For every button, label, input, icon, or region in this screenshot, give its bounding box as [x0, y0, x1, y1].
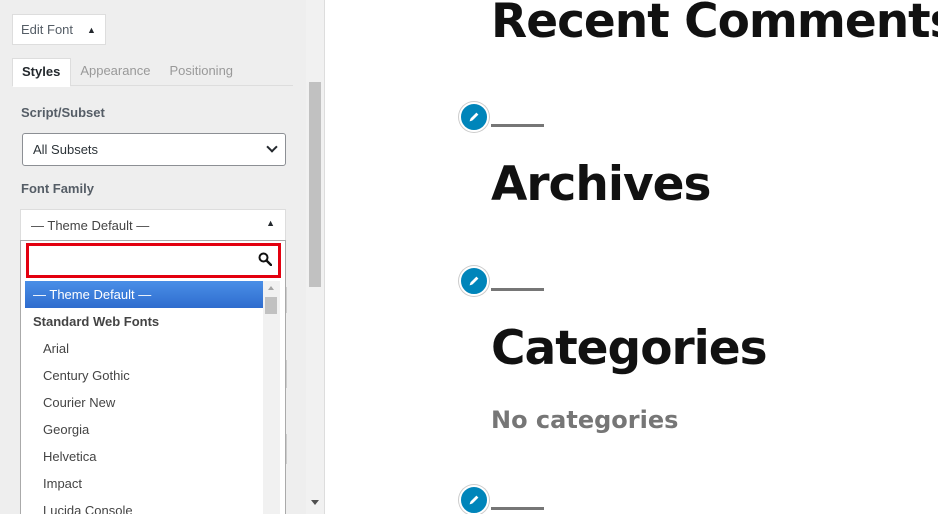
font-option[interactable]: Century Gothic [25, 362, 263, 389]
script-subset-select[interactable]: All Subsets [22, 133, 286, 166]
font-option[interactable]: Courier New [25, 389, 263, 416]
categories-empty-text: No categories [491, 406, 679, 434]
font-search-input[interactable] [29, 246, 278, 275]
tab-appearance[interactable]: Appearance [71, 58, 160, 86]
widget-separator [491, 124, 544, 127]
scroll-up-arrow-icon[interactable] [268, 286, 274, 290]
widget-title-recent-comments: Recent Comments [491, 0, 938, 49]
font-option[interactable]: Georgia [25, 416, 263, 443]
pencil-icon [469, 495, 479, 505]
dropdown-scrollbar[interactable] [263, 281, 280, 514]
scrollbar-thumb[interactable] [265, 297, 277, 314]
caret-up-icon: ▲ [266, 218, 275, 228]
pencil-icon [469, 112, 479, 122]
customizer-panel: Edit Font ▲ Styles Appearance Positionin… [0, 0, 325, 514]
font-family-dropdown: — Theme Default — Standard Web Fonts Arial… [20, 240, 286, 514]
font-family-select[interactable]: — Theme Default — ▲ [20, 209, 286, 241]
edit-font-button[interactable]: Edit Font ▲ [12, 14, 106, 45]
tab-styles[interactable]: Styles [12, 58, 72, 87]
font-option[interactable]: Impact [25, 470, 263, 497]
search-icon [258, 252, 272, 266]
scroll-down-arrow-icon[interactable] [311, 500, 319, 505]
tab-positioning[interactable]: Positioning [160, 58, 243, 86]
font-tabs: Styles Appearance Positioning [12, 58, 293, 87]
font-option-list: — Theme Default — Standard Web Fonts Arial… [25, 281, 263, 514]
chevron-down-icon [266, 141, 278, 153]
font-option[interactable]: Arial [25, 335, 263, 362]
widget-title-categories: Categories [491, 321, 768, 376]
font-option[interactable]: Helvetica [25, 443, 263, 470]
panel-scrollbar-thumb[interactable] [309, 82, 321, 287]
widget-title-archives: Archives [491, 157, 711, 212]
edit-widget-categories-button[interactable] [459, 266, 489, 296]
widget-separator [491, 507, 544, 510]
font-family-label: Font Family [21, 181, 94, 196]
script-subset-value: All Subsets [33, 142, 99, 157]
edit-widget-archives-button[interactable] [459, 102, 489, 132]
font-option-group: Standard Web Fonts [33, 314, 160, 329]
font-option[interactable]: — Theme Default — [25, 281, 263, 308]
font-option[interactable]: Lucida Console [25, 497, 263, 514]
edit-font-label: Edit Font [21, 22, 74, 37]
site-preview: Recent Comments Archives Categories No c… [326, 0, 938, 514]
caret-up-icon: ▲ [87, 24, 96, 35]
edit-widget-next-button[interactable] [459, 485, 489, 514]
widget-separator [491, 288, 544, 291]
pencil-icon [469, 276, 479, 286]
script-subset-label: Script/Subset [21, 105, 105, 120]
font-family-value: — Theme Default — [31, 218, 150, 233]
font-search-box[interactable] [26, 243, 281, 278]
